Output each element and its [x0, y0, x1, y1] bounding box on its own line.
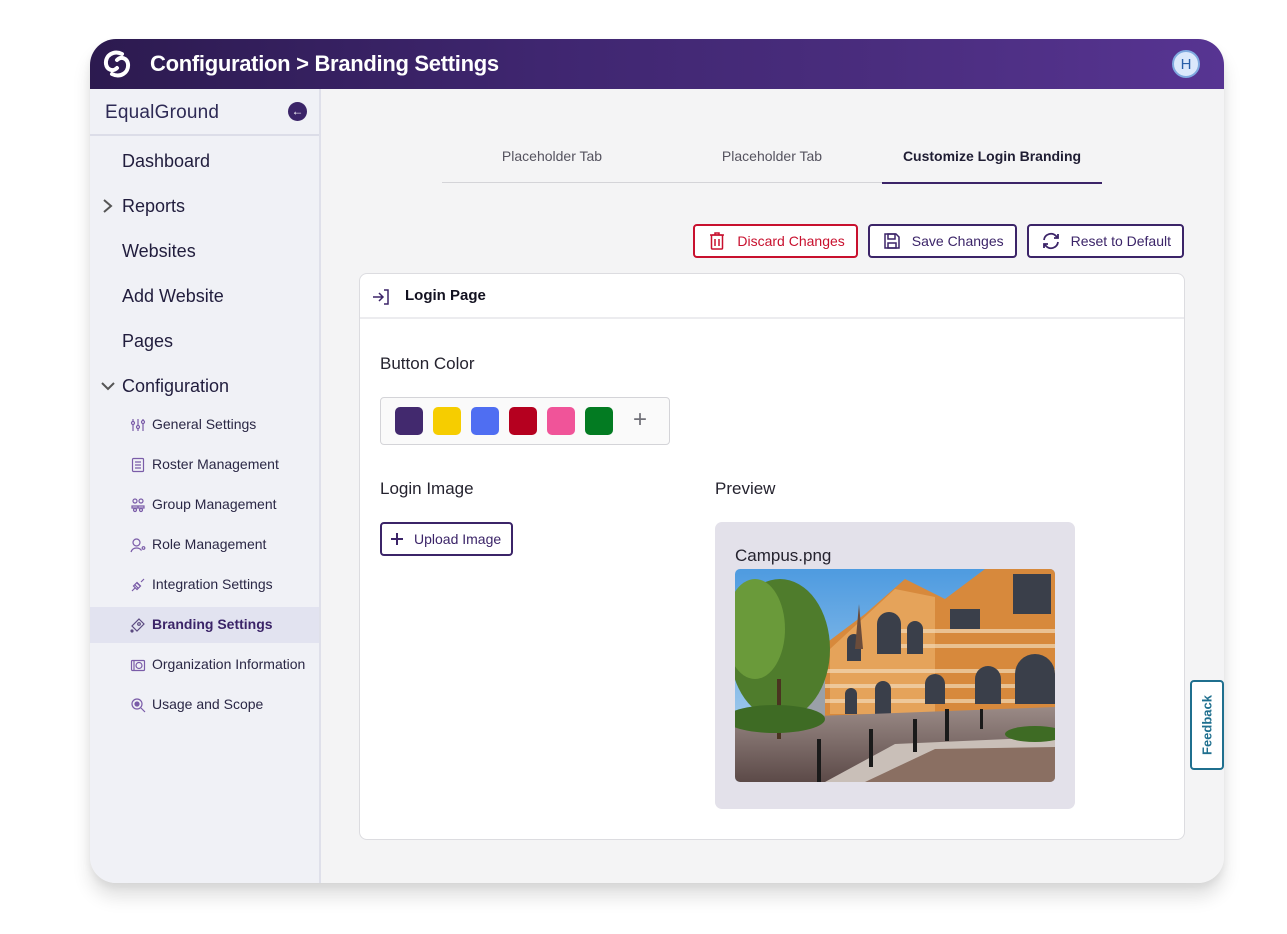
refresh-icon — [1042, 232, 1059, 250]
chevron-right-icon — [103, 199, 113, 213]
sidebar-item-websites[interactable]: Websites — [90, 235, 319, 271]
app-window: Configuration > Branding Settings H Equa… — [90, 39, 1224, 883]
user-gear-icon — [130, 538, 146, 553]
swatch-pink[interactable] — [547, 407, 575, 435]
sidebar-item-add-website[interactable]: Add Website — [90, 280, 319, 316]
add-color-button[interactable]: + — [628, 406, 652, 434]
sidebar-item-label: Dashboard — [122, 151, 211, 171]
preview-file-name: Campus.png — [735, 546, 832, 565]
save-changes-button[interactable]: Save Changes — [867, 224, 1017, 258]
reset-to-default-button[interactable]: Reset to Default — [1026, 224, 1184, 258]
sidebar-item-label: Usage and Scope — [152, 696, 264, 712]
equalground-logo-icon[interactable] — [100, 48, 134, 80]
main-content: Placeholder Tab Placeholder Tab Customiz… — [323, 89, 1224, 883]
tab-bar: Placeholder Tab Placeholder Tab Customiz… — [442, 139, 1102, 184]
login-page-card: Login Page Button Color + Login Image Up… — [359, 273, 1185, 840]
discard-changes-button[interactable]: Discard Changes — [693, 224, 858, 258]
sidebar-item-label: Websites — [122, 241, 196, 261]
swatch-yellow[interactable] — [433, 407, 461, 435]
plus-icon — [391, 533, 403, 545]
sidebar-item-label: Group Management — [152, 496, 277, 512]
sidebar-item-organization-information[interactable]: Organization Information — [90, 647, 319, 683]
chevron-down-icon — [101, 382, 115, 391]
campus-building-image — [735, 569, 1055, 782]
sidebar-item-label: Add Website — [122, 286, 224, 306]
preview-label: Preview — [715, 479, 776, 498]
user-avatar[interactable]: H — [1172, 50, 1200, 78]
login-image-label: Login Image — [380, 479, 474, 498]
plug-icon — [131, 578, 145, 592]
org-id-icon — [130, 659, 146, 672]
sidebar-item-label: Role Management — [152, 536, 267, 552]
sliders-icon — [130, 419, 146, 431]
sidebar-item-reports[interactable]: Reports — [90, 190, 319, 226]
sidebar-item-label: Pages — [122, 331, 174, 351]
button-color-label: Button Color — [380, 354, 475, 373]
tab-placeholder-2[interactable]: Placeholder Tab — [662, 139, 882, 183]
top-bar: Configuration > Branding Settings H — [90, 39, 1224, 89]
sidebar-item-configuration[interactable]: Configuration — [90, 370, 319, 406]
sidebar-item-label: Branding Settings — [152, 616, 273, 632]
org-name: EqualGround — [105, 102, 220, 123]
sidebar-item-dashboard[interactable]: Dashboard — [90, 145, 319, 181]
swatch-purple[interactable] — [395, 407, 423, 435]
list-icon — [131, 457, 145, 473]
feedback-button[interactable]: Feedback — [1190, 680, 1224, 770]
save-changes-label: Save Changes — [911, 233, 1004, 249]
sidebar: EqualGround ← Dashboard Reports Websites… — [90, 89, 321, 883]
sidebar-item-roster-management[interactable]: Roster Management — [90, 447, 319, 483]
campus-photo — [735, 569, 1055, 782]
sidebar-item-pages[interactable]: Pages — [90, 325, 319, 361]
sidebar-item-branding-settings[interactable]: Branding Settings — [90, 607, 319, 643]
collapse-sidebar-button[interactable]: ← — [288, 102, 307, 121]
swatch-red[interactable] — [509, 407, 537, 435]
card-title: Login Page — [405, 287, 486, 304]
sidebar-item-label: General Settings — [152, 416, 257, 432]
sidebar-item-label: Roster Management — [152, 456, 279, 472]
group-icon — [131, 498, 145, 513]
upload-image-button[interactable]: Upload Image — [380, 522, 514, 556]
feedback-label: Feedback — [1199, 695, 1215, 755]
tag-icon — [130, 618, 145, 633]
sidebar-item-usage-and-scope[interactable]: Usage and Scope — [90, 687, 319, 723]
sidebar-item-group-management[interactable]: Group Management — [90, 487, 319, 523]
sidebar-item-label: Reports — [122, 196, 186, 216]
sidebar-item-label: Organization Information — [152, 656, 306, 672]
tab-customize-login-branding[interactable]: Customize Login Branding — [882, 139, 1102, 184]
page-title: Configuration > Branding Settings — [150, 51, 499, 76]
login-icon — [373, 289, 389, 305]
org-header: EqualGround ← — [90, 89, 319, 136]
color-swatch-picker: + — [380, 397, 670, 445]
image-preview: Campus.png — [715, 522, 1075, 809]
discard-changes-label: Discard Changes — [737, 233, 845, 249]
floppy-disk-icon — [884, 233, 900, 249]
tab-placeholder-1[interactable]: Placeholder Tab — [442, 139, 662, 183]
arrow-left-icon: ← — [291, 104, 304, 118]
upload-image-label: Upload Image — [414, 531, 502, 547]
sidebar-item-label: Configuration — [122, 376, 230, 396]
sidebar-item-general-settings[interactable]: General Settings — [90, 407, 319, 443]
action-toolbar: Discard Changes Save Changes Reset to De… — [693, 224, 1184, 258]
reset-to-default-label: Reset to Default — [1070, 233, 1171, 249]
swatch-blue[interactable] — [471, 407, 499, 435]
card-header: Login Page — [360, 274, 1184, 319]
sidebar-item-integration-settings[interactable]: Integration Settings — [90, 567, 319, 603]
trash-icon — [710, 232, 725, 250]
sidebar-item-label: Integration Settings — [152, 576, 273, 592]
swatch-green[interactable] — [585, 407, 613, 435]
magnifier-icon — [131, 698, 146, 713]
sidebar-item-role-management[interactable]: Role Management — [90, 527, 319, 563]
